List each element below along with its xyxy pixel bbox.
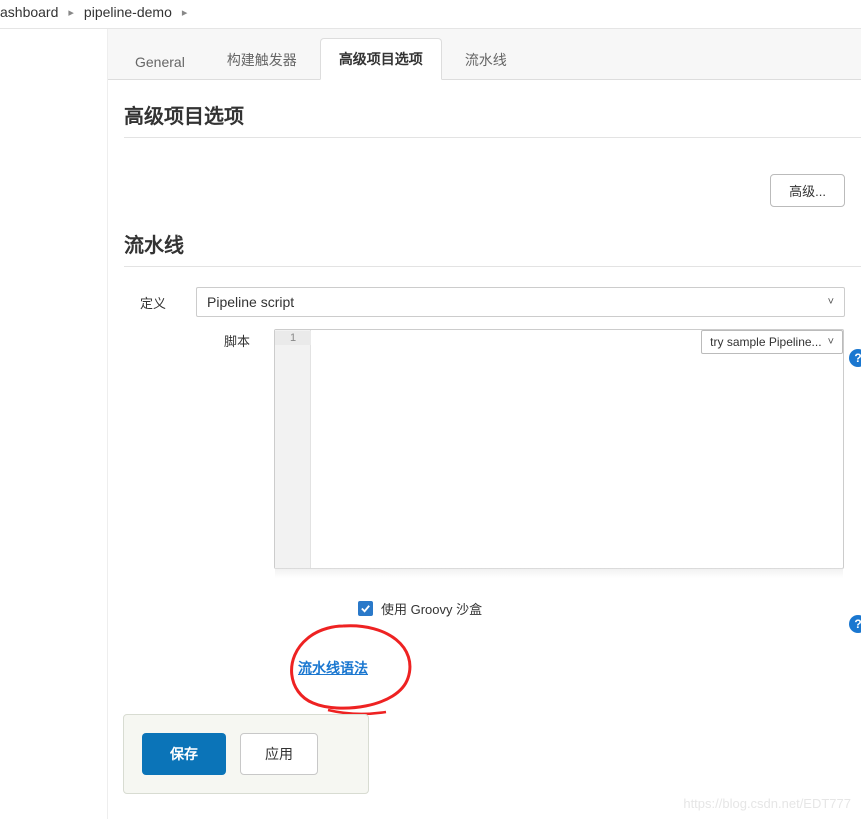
tab-pipeline[interactable]: 流水线: [446, 39, 526, 80]
check-icon: [360, 603, 371, 614]
breadcrumb-item-pipeline[interactable]: pipeline-demo: [84, 4, 172, 20]
chevron-down-icon: ˅: [828, 296, 834, 308]
definition-select[interactable]: Pipeline script ˅: [196, 287, 845, 317]
tab-general[interactable]: General: [116, 43, 204, 80]
save-footer: 保存 应用: [123, 714, 369, 794]
sidebar-gutter: [0, 29, 108, 819]
breadcrumb: ashboard ▸ pipeline-demo ▸: [0, 0, 861, 29]
sample-pipeline-label: try sample Pipeline...: [710, 335, 821, 349]
sample-pipeline-dropdown[interactable]: try sample Pipeline... ˅: [701, 330, 843, 354]
tab-advanced[interactable]: 高级项目选项: [320, 38, 442, 80]
definition-label: 定义: [140, 287, 174, 317]
groovy-sandbox-label: 使用 Groovy 沙盒: [381, 599, 482, 618]
pipeline-section-title: 流水线: [124, 229, 861, 267]
groovy-sandbox-checkbox[interactable]: [358, 601, 373, 616]
script-label: 脚本: [224, 329, 256, 569]
config-tabs: General 构建触发器 高级项目选项 流水线: [108, 29, 861, 80]
apply-button[interactable]: 应用: [240, 733, 318, 775]
script-editor[interactable]: 1 try sample Pipeline... ˅: [274, 329, 844, 569]
tab-triggers[interactable]: 构建触发器: [208, 39, 316, 80]
line-number: 1: [275, 331, 311, 345]
chevron-right-icon: ▸: [68, 6, 74, 19]
help-icon[interactable]: ?: [849, 349, 861, 367]
save-button[interactable]: 保存: [142, 733, 226, 775]
editor-shadow: [275, 568, 843, 578]
definition-value: Pipeline script: [207, 294, 294, 310]
chevron-right-icon: ▸: [182, 6, 188, 19]
advanced-button[interactable]: 高级...: [770, 174, 845, 207]
pipeline-syntax-link[interactable]: 流水线语法: [298, 660, 368, 676]
chevron-down-icon: ˅: [828, 336, 834, 348]
advanced-section-title: 高级项目选项: [124, 100, 861, 138]
editor-gutter: 1: [275, 330, 311, 568]
breadcrumb-item-dashboard[interactable]: ashboard: [0, 4, 58, 20]
